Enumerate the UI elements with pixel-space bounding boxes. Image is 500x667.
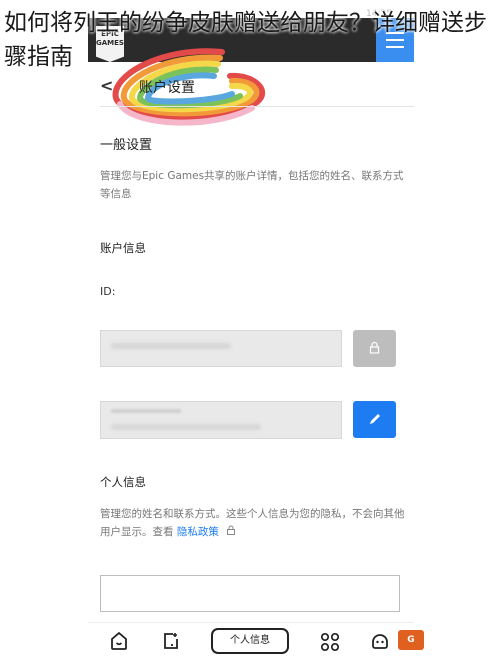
lock-icon xyxy=(227,525,236,535)
personal-info-description-text: 管理您的姓名和联系方式。这些个人信息为您的隐私，不会向其他用户显示。查看 xyxy=(100,508,405,538)
watermark-logo: G xyxy=(398,630,424,650)
personal-info-tab[interactable]: 个人信息 xyxy=(211,628,289,654)
lock-icon xyxy=(369,341,380,354)
home-icon[interactable] xyxy=(108,630,130,652)
header-divider xyxy=(100,106,414,107)
back-arrow-icon[interactable]: < xyxy=(100,76,113,95)
personal-info-description: 管理您的姓名和联系方式。这些个人信息为您的隐私，不会向其他用户显示。查看 隐私政… xyxy=(100,505,405,541)
page-title: 账户设置 xyxy=(139,80,195,96)
privacy-policy-link[interactable]: 隐私政策 xyxy=(177,526,219,538)
personal-info-title: 个人信息 xyxy=(100,475,146,489)
library-icon[interactable] xyxy=(160,630,182,652)
pencil-icon xyxy=(370,414,380,424)
display-name-field[interactable] xyxy=(100,401,342,439)
id-lock-button[interactable] xyxy=(353,330,396,367)
display-name-placeholder-blur xyxy=(111,409,181,413)
account-id-field[interactable] xyxy=(100,330,342,367)
personal-info-field[interactable] xyxy=(100,575,400,612)
blurred-display-name xyxy=(111,424,261,430)
support-icon[interactable] xyxy=(369,630,391,652)
edit-display-name-button[interactable] xyxy=(353,401,396,438)
general-settings-description: 管理您与Epic Games共享的账户详情，包括您的姓名、联系方式等信息 xyxy=(100,170,404,200)
blurred-id-value xyxy=(111,343,231,349)
overlay-headline: 如何将列王的纷争皮肤赠送给朋友？详细赠送步骤指南 xyxy=(4,10,487,70)
general-settings-title: 一般设置 xyxy=(100,138,153,153)
apps-grid-icon[interactable] xyxy=(319,631,341,653)
account-info-title: 账户信息 xyxy=(100,241,146,255)
id-label: ID: xyxy=(100,285,116,298)
